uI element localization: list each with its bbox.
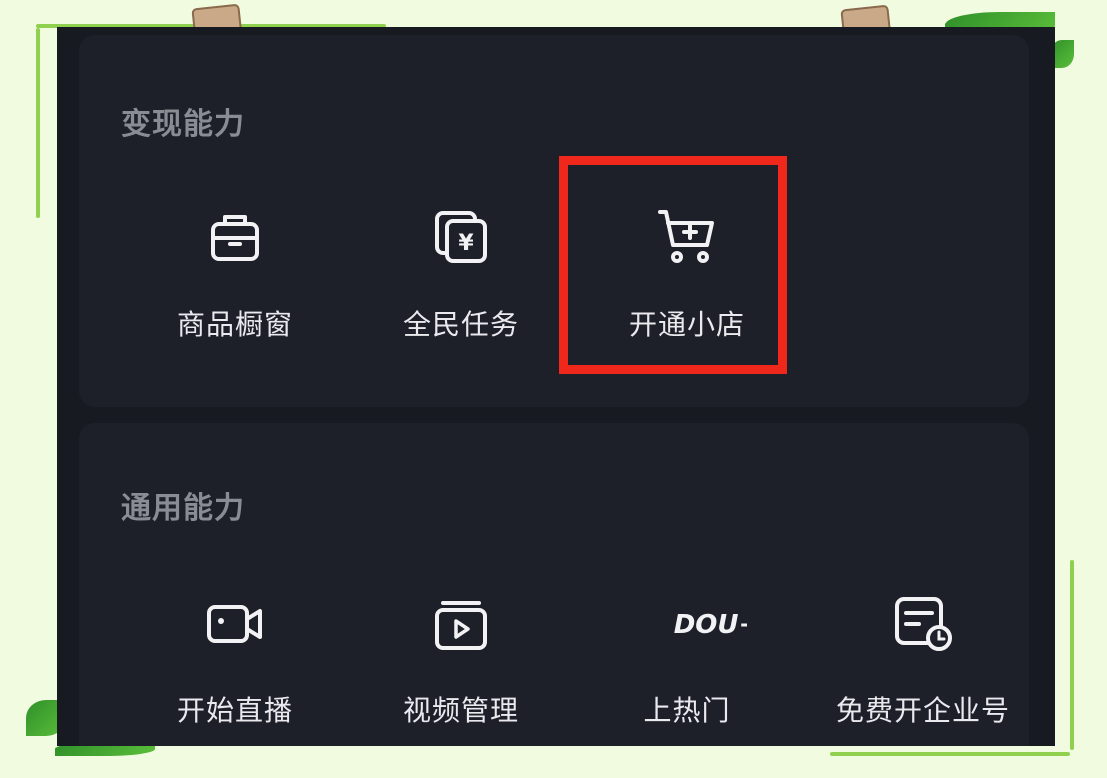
start-live-label: 开始直播 [176,694,293,727]
video-management-button[interactable]: 视频管理 [361,593,561,746]
product-showcase-label: 商品橱窗 [176,308,293,341]
national-tasks-label: 全民任务 [402,308,519,341]
monetization-section-title: 变现能力 [121,107,245,142]
free-enterprise-account-button[interactable]: 免费开企业号 [813,593,1033,746]
dou-plus-label: 上热门 [643,694,731,727]
monetization-section: 变现能力 商品橱窗 ¥ 全民任务 开通小店 [79,35,1029,407]
free-enterprise-account-label: 免费开企业号 [835,694,1010,727]
general-section-title: 通用能力 [121,491,245,526]
video-management-label: 视频管理 [402,694,519,727]
capabilities-panel: 变现能力 商品橱窗 ¥ 全民任务 开通小店 通用能力 开始直播 视频管理 DOU… [57,27,1055,746]
video-camera-icon [207,605,262,643]
briefcase-icon [211,215,259,261]
national-tasks-button[interactable]: ¥ 全民任务 [361,207,561,367]
frame-line-right [1070,560,1074,750]
open-shop-highlight-box [559,156,787,374]
svg-text:DOU+: DOU+ [674,610,747,640]
dou-plus-icon: DOU+ [674,610,747,640]
start-live-button[interactable]: 开始直播 [135,593,335,746]
product-showcase-button[interactable]: 商品橱窗 [135,207,335,367]
frame-line-bottom [830,752,1070,756]
dou-plus-button[interactable]: DOU+ 上热门 [587,593,787,746]
frame-line-left [36,28,40,218]
general-section: 通用能力 开始直播 视频管理 DOU+ 上热门 [79,423,1029,746]
yen-cards-icon: ¥ [435,211,487,263]
svg-text:¥: ¥ [458,231,474,256]
document-clock-icon [895,597,952,651]
video-library-icon [435,601,487,650]
